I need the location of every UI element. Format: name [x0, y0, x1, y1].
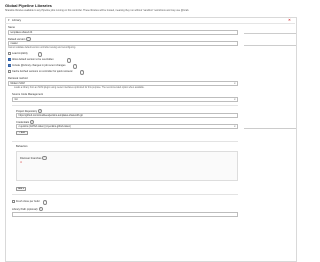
credentials-select[interactable]: ci-jenkins (GitHub token) (ci-jenkins-gi…: [16, 124, 238, 129]
project-repository-field[interactable]: https://github.com/cloudbees/jenkins-tem…: [16, 113, 238, 118]
help-icon[interactable]: ?: [80, 70, 85, 75]
fresh-clone-checkbox[interactable]: [12, 200, 15, 203]
library-panel-header[interactable]: [5, 17, 295, 24]
include-changes-checkbox[interactable]: [8, 64, 11, 67]
help-icon[interactable]: ?: [42, 156, 47, 161]
help-icon[interactable]: ?: [38, 52, 43, 57]
behaviors-label: Behaviors: [16, 145, 28, 148]
library-header-label: Library: [12, 17, 22, 22]
library-panel: [5, 17, 297, 262]
fresh-clone-label: Fresh clone per build: [16, 200, 40, 203]
retrieval-method-help: Loads a library from an SCM plugin using…: [14, 87, 145, 89]
default-version-field[interactable]: master: [8, 41, 238, 46]
help-icon[interactable]: ?: [43, 200, 48, 205]
default-version-help-line: [244, 43, 296, 46]
page-description: Sharable libraries available to any Pipe…: [5, 9, 190, 12]
remove-behavior-icon[interactable]: ✕: [20, 161, 22, 164]
name-help-line: [244, 31, 296, 34]
behavior-item-label: Discover branches?: [20, 156, 47, 161]
help-icon[interactable]: ?: [73, 64, 78, 69]
default-version-help: Cannot validate default version until af…: [8, 46, 76, 49]
help-icon[interactable]: ?: [67, 58, 72, 63]
allow-override-label: Allow default version to be overridden: [12, 58, 54, 61]
cache-checkbox[interactable]: [8, 70, 11, 73]
include-changes-label: Include @Library changes in job recent c…: [12, 64, 66, 67]
load-implicitly-checkbox[interactable]: [8, 52, 11, 55]
retrieval-method-select[interactable]: Modern SCM: [8, 81, 238, 86]
behavior-item-panel: [16, 151, 238, 181]
name-field[interactable]: templates-shared-lib: [8, 30, 238, 35]
scm-select[interactable]: Git: [12, 97, 238, 102]
allow-override-checkbox[interactable]: [8, 58, 11, 61]
delete-library-icon[interactable]: ✕: [288, 18, 291, 22]
credentials-help-line: [244, 126, 296, 129]
library-path-label: Library Path (optional)?: [12, 207, 43, 212]
name-label: Name: [8, 26, 15, 29]
add-credentials-button[interactable]: + Add: [16, 131, 28, 135]
collapse-chevron-icon[interactable]: ▾: [8, 18, 10, 23]
add-behavior-dropdown[interactable]: Add ▾: [16, 187, 26, 191]
help-icon[interactable]: ?: [38, 207, 43, 212]
retrieval-method-label: Retrieval method: [8, 77, 28, 80]
library-path-field[interactable]: [12, 212, 238, 217]
load-implicitly-label: Load implicitly: [12, 52, 28, 55]
cache-label: Cache fetched versions on controller for…: [12, 70, 73, 73]
scm-label: Source Code Management: [12, 93, 43, 96]
